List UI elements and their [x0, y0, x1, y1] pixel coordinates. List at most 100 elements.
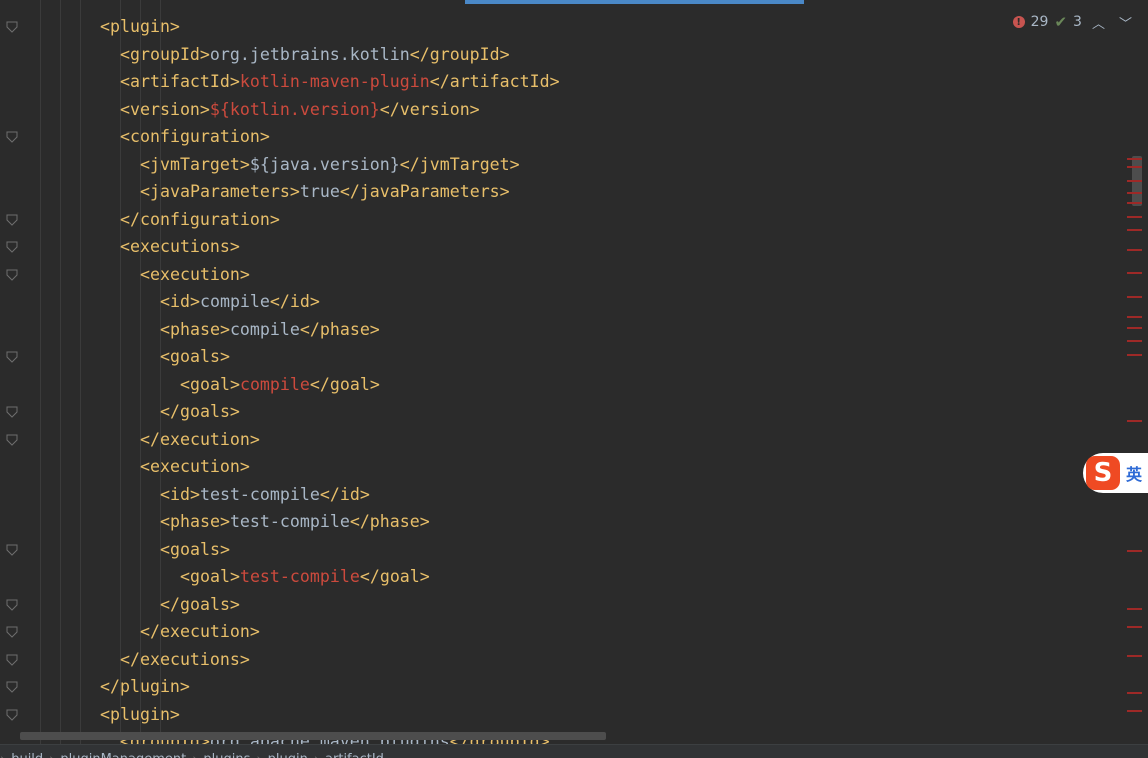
breadcrumb-item[interactable]: plugins	[197, 745, 256, 758]
code-line[interactable]: <execution>	[140, 453, 250, 480]
error-stripe-mark[interactable]	[1127, 202, 1142, 204]
xml-tag: </plugin>	[100, 677, 190, 696]
error-stripe-mark[interactable]	[1127, 296, 1142, 298]
xml-tag: </javaParameters>	[339, 182, 510, 201]
unresolved-value: kotlin-maven-plugin	[239, 72, 430, 91]
ime-indicator[interactable]: S 英	[1083, 453, 1148, 493]
code-line[interactable]: </execution>	[140, 426, 260, 453]
error-stripe-mark[interactable]	[1127, 249, 1142, 251]
xml-tag: </goal>	[359, 567, 430, 586]
breadcrumb-item[interactable]: plugin	[262, 745, 314, 758]
code-line[interactable]: <goal>test-compile</goal>	[180, 563, 430, 590]
error-stripe-mark[interactable]	[1127, 608, 1142, 610]
error-count[interactable]: 29	[1031, 14, 1049, 30]
code-line[interactable]: <jvmTarget>${java.version}</jvmTarget>	[140, 151, 520, 178]
code-line[interactable]: <javaParameters>true</javaParameters>	[140, 178, 510, 205]
breadcrumb-item[interactable]: artifactId	[319, 745, 390, 758]
indent-guide	[60, 0, 61, 744]
xml-tag: </id>	[269, 292, 320, 311]
code-line[interactable]: <goal>compile</goal>	[180, 371, 380, 398]
code-line[interactable]: </execution>	[140, 618, 260, 645]
code-line[interactable]: </configuration>	[120, 206, 280, 233]
code-line[interactable]: </goals>	[160, 591, 240, 618]
error-stripe-mark[interactable]	[1127, 192, 1142, 194]
error-stripe-mark[interactable]	[1127, 626, 1142, 628]
code-line[interactable]: <id>test-compile</id>	[160, 481, 370, 508]
unresolved-value: test-compile	[239, 567, 360, 586]
warning-count[interactable]: 3	[1073, 14, 1082, 30]
code-line[interactable]: <executions>	[120, 233, 240, 260]
xml-tag: </execution>	[140, 622, 260, 641]
xml-tag: <executions>	[120, 237, 240, 256]
error-stripe-mark[interactable]	[1127, 340, 1142, 342]
code-line[interactable]: </executions>	[120, 646, 250, 673]
code-line[interactable]: <goals>	[160, 536, 230, 563]
error-stripe-mark[interactable]	[1127, 354, 1142, 356]
code-line[interactable]: <phase>compile</phase>	[160, 316, 380, 343]
error-stripe-mark[interactable]	[1127, 327, 1142, 329]
xml-text: test-compile	[199, 484, 320, 504]
xml-tag: </groupId>	[409, 44, 510, 64]
xml-tag: </goals>	[160, 594, 240, 614]
xml-tag: <phase>	[160, 319, 230, 339]
code-line[interactable]: <artifactId>kotlin-maven-plugin</artifac…	[120, 68, 560, 95]
xml-tag: <execution>	[140, 457, 250, 476]
xml-tag: <goals>	[160, 347, 230, 366]
error-stripe-mark[interactable]	[1127, 316, 1142, 318]
xml-tag: <id>	[160, 292, 200, 311]
code-line[interactable]: <groupId>org.jetbrains.kotlin</groupId>	[120, 41, 510, 68]
error-stripe-mark[interactable]	[1127, 158, 1142, 160]
error-icon: !	[1012, 16, 1025, 28]
xml-tag: </goals>	[160, 402, 240, 421]
error-stripe-mark[interactable]	[1127, 420, 1142, 422]
code-line[interactable]: <execution>	[140, 261, 250, 288]
error-stripe-mark[interactable]	[1127, 550, 1142, 552]
breadcrumb-item[interactable]: build	[5, 745, 49, 758]
error-stripe-mark[interactable]	[1127, 216, 1142, 218]
error-stripe-mark[interactable]	[1127, 272, 1142, 274]
xml-tag: </configuration>	[120, 209, 280, 229]
xml-tag: <plugin>	[100, 704, 180, 724]
unresolved-value: compile	[239, 374, 310, 394]
code-line[interactable]: <goals>	[160, 343, 230, 370]
xml-tag: <groupId>	[120, 44, 210, 64]
code-line[interactable]: <phase>test-compile</phase>	[160, 508, 430, 535]
xml-tag: <id>	[160, 484, 200, 504]
breadcrumb-item[interactable]: pluginManagement	[54, 745, 192, 758]
error-stripe-mark[interactable]	[1127, 166, 1142, 168]
xml-tag: <goals>	[160, 539, 230, 559]
code-line[interactable]: <plugin>	[100, 13, 180, 40]
xml-tag: <goal>	[180, 374, 240, 394]
code-line[interactable]: </goals>	[160, 398, 240, 425]
xml-tag: <goal>	[180, 567, 240, 586]
xml-tag: <execution>	[140, 264, 250, 284]
code-line[interactable]: <id>compile</id>	[160, 288, 320, 315]
error-stripe-mark[interactable]	[1127, 180, 1142, 182]
code-line[interactable]: <plugin>	[100, 701, 180, 728]
ime-language-label: 英	[1126, 465, 1143, 484]
xml-tag: </executions>	[120, 649, 250, 669]
chevron-up-icon[interactable]: ︿	[1088, 13, 1109, 32]
xml-tag: </execution>	[140, 429, 260, 449]
horizontal-scrollbar-thumb[interactable]	[20, 732, 606, 740]
xml-text: test-compile	[229, 512, 350, 531]
error-stripe[interactable]	[1124, 0, 1148, 744]
indent-guide	[80, 0, 81, 744]
inspection-widget[interactable]: ! 29 ✔ 3 ︿ ﹀	[1012, 10, 1136, 34]
xml-tag: </goal>	[309, 374, 380, 394]
xml-text: ${java.version}	[249, 154, 400, 174]
xml-tag: <artifactId>	[120, 72, 240, 91]
error-stripe-mark[interactable]	[1127, 710, 1142, 712]
sogou-logo-icon: S	[1086, 456, 1120, 490]
code-editor[interactable]: <plugin> <groupId>org.jetbrains.kotlin</g…	[0, 0, 1148, 744]
xml-tag: </artifactId>	[429, 72, 560, 91]
code-line[interactable]: <version>${kotlin.version}</version>	[120, 96, 480, 123]
xml-tag: </jvmTarget>	[399, 154, 520, 174]
error-stripe-mark[interactable]	[1127, 229, 1142, 231]
error-stripe-mark[interactable]	[1127, 655, 1142, 657]
error-stripe-mark[interactable]	[1127, 692, 1142, 694]
code-area[interactable]: <plugin> <groupId>org.jetbrains.kotlin</g…	[0, 0, 1120, 744]
xml-tag: <jvmTarget>	[140, 154, 250, 174]
code-line[interactable]: </plugin>	[100, 673, 190, 700]
code-line[interactable]: <configuration>	[120, 123, 270, 150]
